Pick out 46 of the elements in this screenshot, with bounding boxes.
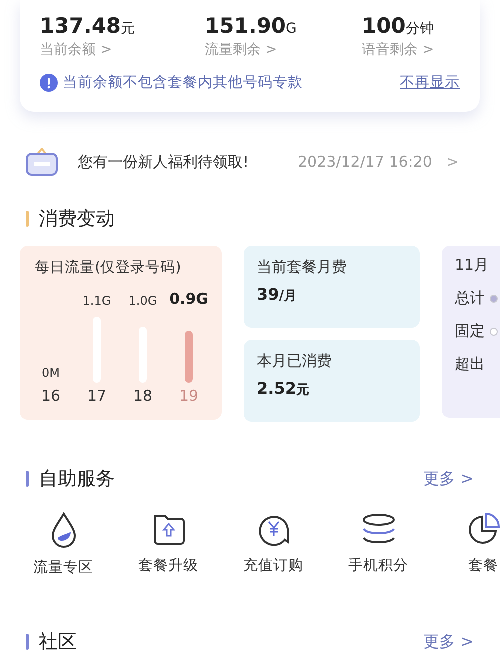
card-title: 当前套餐月费 [257, 258, 348, 277]
traffic-amount: 0.9G [170, 290, 208, 308]
gift-card-icon [26, 148, 58, 176]
section-marker [26, 634, 29, 650]
stat-value: 100分钟 [362, 14, 434, 38]
summary-label: 超出 [455, 355, 485, 374]
notice-text: 当前余额不包含套餐内其他号码专款 [63, 74, 304, 92]
monthly-summary-card[interactable]: 11月 总计 固定 超出 [442, 246, 500, 418]
section-title: 社区 [39, 630, 78, 655]
stat-value: 151.90G [205, 14, 298, 38]
traffic-bar[interactable] [185, 331, 193, 383]
service-label[interactable]: 流量专区 [34, 558, 94, 577]
card-title: 本月已消费 [257, 352, 333, 371]
service-label[interactable]: 充值订购 [244, 556, 304, 575]
service-label[interactable]: 套餐升级 [138, 556, 198, 575]
message-text[interactable]: 您有一份新人福利待领取! [78, 152, 298, 172]
more-link[interactable]: 更多 > [424, 632, 474, 652]
service-label[interactable]: 手机积分 [348, 556, 408, 575]
section-marker [26, 471, 29, 487]
day-label[interactable]: 17 [87, 387, 107, 405]
traffic-amount: 0M [42, 366, 60, 380]
section-marker [26, 211, 29, 227]
dismiss-link[interactable]: 不再显示 [400, 73, 460, 92]
section-title: 消费变动 [39, 207, 116, 232]
traffic-amount: 1.0G [128, 294, 158, 308]
traffic-amount: 1.1G [82, 294, 112, 308]
pie-chart-icon [466, 512, 500, 546]
coin-stack-icon [360, 512, 396, 546]
card-title: 11月 [455, 256, 490, 275]
service-label[interactable]: 套餐 [468, 556, 498, 575]
fee-card[interactable]: 当前套餐月费 39/月 [244, 246, 420, 328]
water-drop-icon [50, 512, 78, 548]
more-link[interactable]: 更多 > [424, 468, 474, 490]
fee-value: 39/月 [257, 285, 298, 305]
folder-upload-icon [152, 512, 186, 546]
summary-label: 固定 [455, 322, 485, 341]
fee-value: 2.52元 [257, 379, 310, 399]
summary-label: 总计 [455, 289, 485, 308]
day-label[interactable]: 18 [133, 387, 153, 405]
day-label[interactable]: 16 [41, 387, 61, 405]
message-time: 2023/12/17 16:20 [298, 153, 432, 171]
stat-value: 137.48元 [40, 14, 136, 38]
info-icon [40, 74, 58, 92]
section-title: 自助服务 [39, 467, 116, 492]
fee-card[interactable]: 本月已消费 2.52元 [244, 340, 420, 422]
card-title: 每日流量(仅登录号码) [35, 258, 182, 277]
